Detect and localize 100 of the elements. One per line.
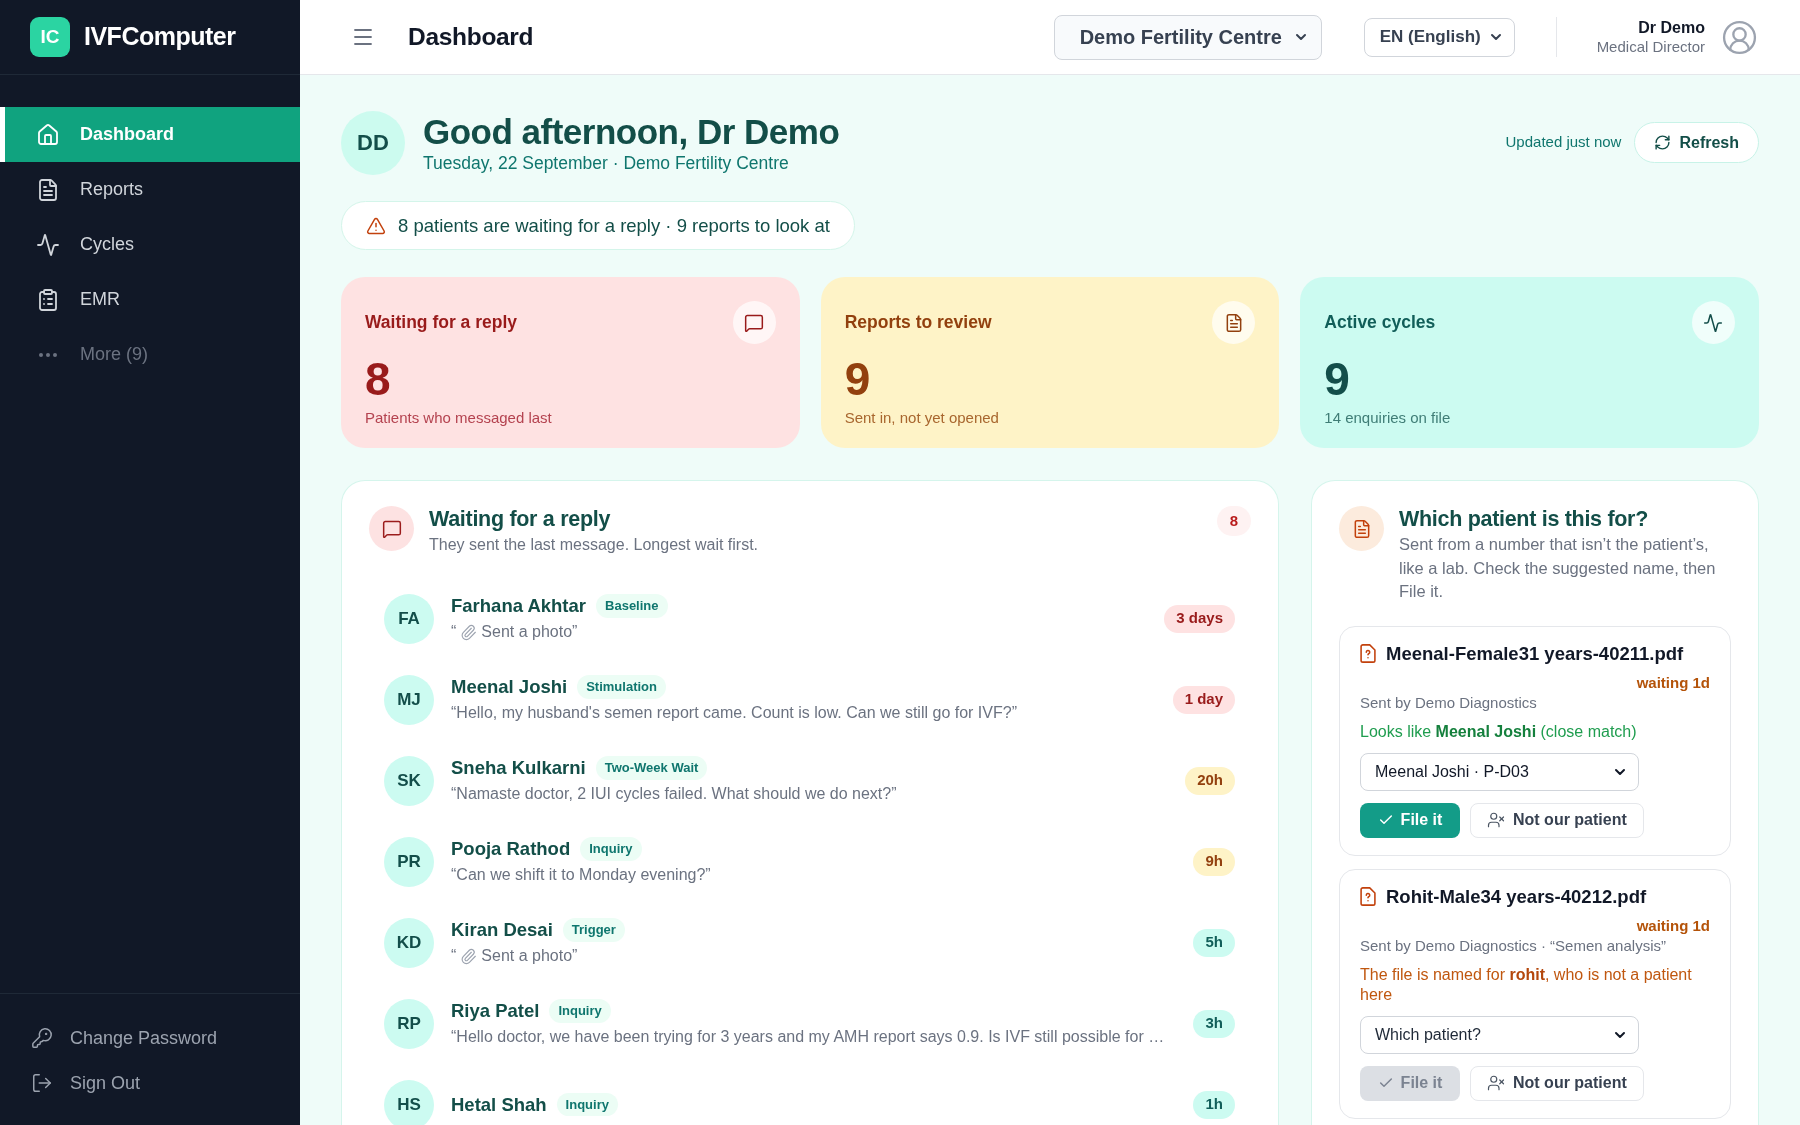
document-icon <box>36 177 60 202</box>
refresh-button[interactable]: Refresh <box>1634 122 1759 163</box>
stat-value: 9 <box>844 354 872 404</box>
stat-title: Waiting for a reply <box>365 311 517 335</box>
stage-tag: Inquiry <box>549 999 611 1023</box>
document-icon <box>1339 506 1384 551</box>
language-select[interactable]: EN (English) <box>1363 17 1515 57</box>
count-badge: 8 <box>1217 506 1251 536</box>
dots-icon <box>39 352 57 357</box>
card-subtitle: They sent the last message. Longest wait first. <box>429 535 760 555</box>
wait-label: waiting 1d <box>1636 915 1710 936</box>
message-text: Sent a photo” <box>481 946 578 966</box>
user-cross-icon <box>1487 811 1505 829</box>
file-question-icon <box>1360 644 1376 663</box>
message-text: “ <box>451 622 457 642</box>
nav-link[interactable]: Change Password <box>0 1026 300 1050</box>
greeting-subtitle: Tuesday, 22 September · Demo Fertility Centre <box>423 151 790 174</box>
initials-avatar: MJ <box>384 674 434 725</box>
alert-text: 8 patients are waiting for a reply · 9 reports to look at <box>398 213 830 238</box>
card-description: Sent from a number that isn’t the patient’s, like a lab. Check the suggested name, then File it. <box>1399 534 1717 602</box>
file-name: Meenal-Female31 years-40211.pdf <box>1386 641 1684 666</box>
logo-mark: IC <box>30 17 70 57</box>
centre-select[interactable]: Demo Fertility Centre <box>1053 14 1322 60</box>
card-title: Waiting for a reply <box>429 506 612 532</box>
stage-tag: Inquiry <box>556 1092 618 1117</box>
patient-name[interactable]: Farhana Akhtar <box>451 594 587 618</box>
greeting-title: Good afternoon, Dr Demo <box>423 111 840 152</box>
user-role: Medical Director <box>1596 37 1705 56</box>
patient-name[interactable]: Hetal Shah <box>451 1092 547 1117</box>
stage-tag: Stimulation <box>577 675 666 699</box>
patient-select[interactable]: Meenal Joshi · P-D03 <box>1360 752 1639 791</box>
wait-badge: 3h <box>1193 1009 1235 1038</box>
nav-link[interactable]: Cycles <box>0 217 300 272</box>
sign-out-icon <box>31 1072 53 1094</box>
message-text: “Can we shift it to Monday evening?” <box>451 865 712 885</box>
sender-text: Sent by Demo Diagnostics <box>1360 692 1538 713</box>
paperclip-icon <box>460 947 478 965</box>
message-text: Sent a photo” <box>481 622 578 642</box>
patient-name[interactable]: Kiran Desai <box>451 918 553 942</box>
chat-icon <box>732 301 776 344</box>
reject-button[interactable]: Not our patient <box>1470 1065 1644 1101</box>
updated-label: Updated just now <box>1505 132 1622 153</box>
house-icon <box>36 122 60 147</box>
nav-link[interactable]: Reports <box>0 162 300 217</box>
patient-name[interactable]: Pooja Rathod <box>451 837 571 861</box>
brand-name: IVFComputer <box>84 21 236 53</box>
initials-avatar: RP <box>384 998 434 1049</box>
message-text: “ <box>451 946 457 966</box>
refresh-icon <box>1654 134 1672 151</box>
match-note: Looks like Meenal Joshi (close match) <box>1360 721 1638 742</box>
initials-avatar: DD <box>341 110 405 175</box>
pulse-icon <box>36 232 60 257</box>
stat-title: Reports to review <box>844 311 992 335</box>
stage-tag: Two-Week Wait <box>595 756 708 780</box>
document-icon <box>1212 301 1256 344</box>
nav-link[interactable]: More (9) <box>0 327 300 382</box>
stat-note: Patients who messaged last <box>365 408 553 428</box>
patient-name[interactable]: Meenal Joshi <box>451 675 568 699</box>
stage-tag: Inquiry <box>580 837 642 861</box>
key-icon <box>31 1027 53 1049</box>
stat-note: 14 enquiries on file <box>1324 408 1452 428</box>
stat-value: 9 <box>1324 354 1351 404</box>
stat-title: Active cycles <box>1324 311 1436 335</box>
user-name: Dr Demo <box>1638 18 1705 37</box>
nav-link[interactable]: EMR <box>0 272 300 327</box>
match-note: The file is named for rohit, who is not a patient here <box>1360 964 1693 1005</box>
file-name: Rohit-Male34 years-40212.pdf <box>1386 884 1647 909</box>
wait-label: waiting 1d <box>1636 672 1710 693</box>
wait-badge: 3 days <box>1164 604 1235 633</box>
initials-avatar: PR <box>384 836 434 887</box>
wait-badge: 1 day <box>1172 685 1235 714</box>
message-text: “Hello, my husband's semen report came. Count is low. Can we still go for IVF?” <box>451 703 1018 723</box>
file-question-icon <box>1360 887 1376 906</box>
pulse-icon <box>1692 301 1735 344</box>
stat-note: Sent in, not yet opened <box>844 408 1000 428</box>
clipboard-icon <box>36 287 60 312</box>
wait-badge: 20h <box>1185 766 1235 795</box>
stat-value: 8 <box>365 354 392 404</box>
message-text: “Namaste doctor, 2 IUI cycles failed. What should we do next?” <box>451 784 898 804</box>
user-avatar-icon[interactable] <box>1721 18 1758 56</box>
stage-tag: Trigger <box>562 918 625 942</box>
chat-icon <box>369 506 414 551</box>
card-title: Which patient is this for? <box>1399 506 1649 532</box>
wait-badge: 9h <box>1193 847 1235 876</box>
nav-link[interactable]: Sign Out <box>0 1071 300 1095</box>
message-text: “Hello doctor, we have been trying for 3 years and my AMH report says 0.9. Is IVF still possible for … <box>451 1027 1166 1047</box>
reject-button[interactable]: Not our patient <box>1470 802 1644 838</box>
paperclip-icon <box>460 623 478 641</box>
patient-name[interactable]: Riya Patel <box>451 999 540 1023</box>
patient-name[interactable]: Sneha Kulkarni <box>451 756 586 780</box>
warning-icon <box>366 215 386 236</box>
initials-avatar: KD <box>384 917 434 968</box>
wait-badge: 1h <box>1193 1090 1235 1119</box>
user-cross-icon <box>1487 1074 1505 1092</box>
initials-avatar: SK <box>384 755 434 806</box>
initials-avatar: HS <box>384 1079 434 1125</box>
initials-avatar: FA <box>384 593 434 644</box>
page-title: Dashboard <box>408 21 534 52</box>
patient-select[interactable]: Which patient? <box>1360 1015 1639 1054</box>
sender-text: Sent by Demo Diagnostics · “Semen analysis” <box>1360 935 1667 956</box>
